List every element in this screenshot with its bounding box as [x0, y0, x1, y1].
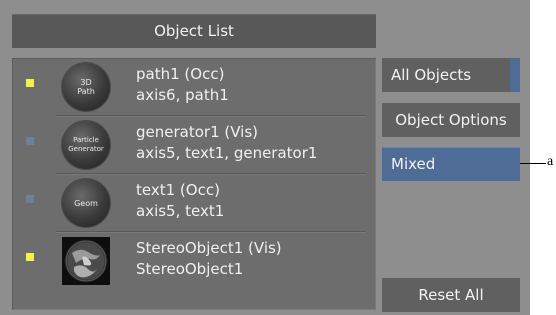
list-item-path1[interactable]: 3D Path path1 (Occ) axis6, path1 [12, 58, 376, 116]
3d-path-icon: 3D Path [62, 63, 110, 111]
object-options-button[interactable]: Object Options [382, 103, 520, 137]
list-item-text1[interactable]: Geom text1 (Occ) axis5, text1 [12, 174, 376, 232]
list-item-stereoobject1[interactable]: StereoObject1 (Vis) StereoObject1 [12, 232, 376, 290]
geom-icon: Geom [62, 179, 110, 227]
selection-marker [26, 253, 34, 261]
object-list[interactable]: 3D Path path1 (Occ) axis6, path1 Particl… [12, 58, 376, 310]
object-name: StereoObject1 (Vis) [136, 239, 282, 257]
reset-all-button[interactable]: Reset All [382, 278, 520, 312]
dropdown-indicator [510, 58, 520, 92]
particle-generator-icon: Particle Generator [62, 121, 110, 169]
object-hierarchy: axis6, path1 [136, 86, 229, 104]
callout-line [520, 163, 546, 164]
globe-thumbnail-icon [62, 237, 110, 285]
object-name: text1 (Occ) [136, 181, 220, 199]
object-name: generator1 (Vis) [136, 123, 258, 141]
object-list-panel: Object List 3D Path path1 (Occ) axis6, p… [0, 0, 530, 315]
object-hierarchy: StereoObject1 [136, 260, 244, 278]
all-objects-button[interactable]: All Objects [382, 58, 520, 92]
mixed-button[interactable]: Mixed [382, 147, 520, 181]
list-item-generator1[interactable]: Particle Generator generator1 (Vis) axis… [12, 116, 376, 174]
selection-marker [26, 137, 34, 145]
selection-marker [26, 79, 34, 87]
callout-label: a [547, 154, 554, 169]
object-list-title: Object List [154, 22, 234, 40]
selection-marker [26, 195, 34, 203]
object-name: path1 (Occ) [136, 65, 225, 83]
object-hierarchy: axis5, text1 [136, 202, 225, 220]
object-hierarchy: axis5, text1, generator1 [136, 144, 318, 162]
object-list-header: Object List [12, 14, 376, 48]
